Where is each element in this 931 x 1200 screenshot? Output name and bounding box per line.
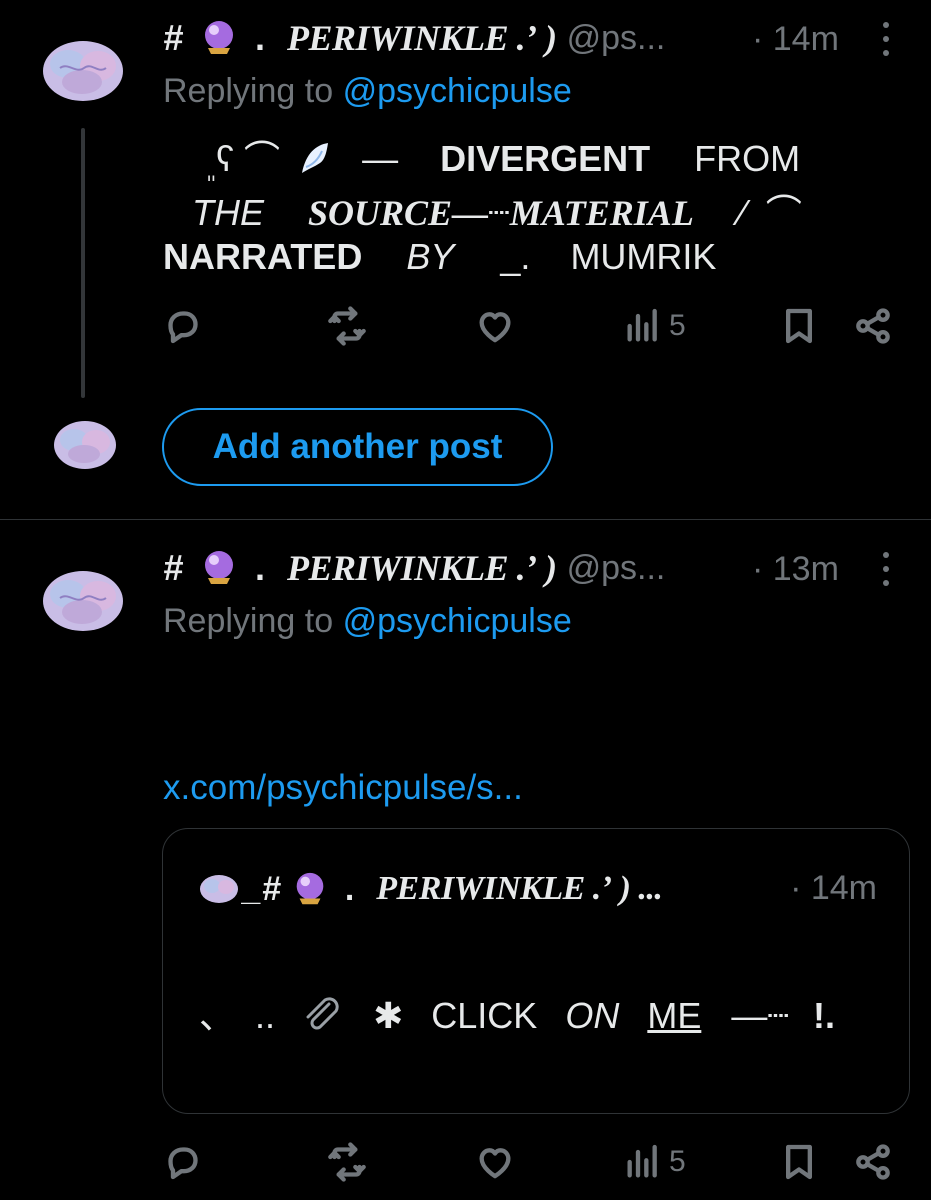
views-button[interactable]: 5	[623, 1142, 686, 1182]
post-timestamp[interactable]: · 14m	[752, 20, 839, 59]
repost-icon	[327, 306, 367, 346]
repost-button[interactable]	[327, 306, 367, 346]
post-actions: 5	[163, 1142, 903, 1192]
crystal-ball-emoji	[296, 872, 324, 905]
bookmark-button[interactable]	[779, 1142, 819, 1182]
post-text-line-3: NARRATED BY _. MUMRIK	[163, 236, 717, 277]
display-name[interactable]: PERIWINKLE .ʼ )	[287, 17, 557, 59]
quoted-header: _# . PERIWINKLE .ʼ ) ...	[199, 867, 663, 911]
user-handle[interactable]: @ps...	[567, 19, 666, 58]
bookmark-icon	[779, 306, 819, 346]
post-header: # . PERIWINKLE .ʼ ) @ps...	[163, 546, 665, 590]
like-button[interactable]	[475, 1142, 515, 1182]
name-dot: .	[255, 547, 266, 588]
avatar[interactable]	[40, 36, 126, 106]
views-button[interactable]: 5	[623, 306, 686, 346]
post-text-line-1: ܸ ʕ ⌒ — DIVERGENT FROM	[216, 138, 801, 179]
crystal-ball-emoji	[205, 551, 234, 584]
views-icon	[623, 306, 663, 346]
share-icon	[853, 306, 893, 346]
name-hash: _#	[243, 869, 281, 908]
quoted-display-name: PERIWINKLE .ʼ ) ...	[376, 870, 663, 907]
name-hash: #	[163, 547, 184, 588]
views-count: 5	[669, 309, 686, 342]
reply-button[interactable]	[163, 1142, 203, 1182]
avatar[interactable]	[40, 566, 126, 636]
reply-icon	[163, 1142, 203, 1182]
display-name[interactable]: PERIWINKLE .ʼ )	[287, 547, 557, 589]
user-handle[interactable]: @ps...	[567, 549, 666, 588]
share-button[interactable]	[853, 306, 893, 346]
post-header: # . PERIWINKLE .ʼ ) @ps...	[163, 16, 665, 60]
name-dot: .	[344, 869, 355, 908]
views-count: 5	[669, 1145, 686, 1178]
quoted-text: 、 .. ✱ CLICK ON ME —┈ !.	[199, 987, 835, 1039]
replying-to: Replying to @psychicpulse	[163, 602, 572, 640]
share-icon	[853, 1142, 893, 1182]
post-link[interactable]: x.com/psychicpulse/s...	[163, 768, 523, 808]
wing-emoji	[302, 143, 329, 173]
quoted-post[interactable]: _# . PERIWINKLE .ʼ ) ... · 14m 、 .. ✱ CL…	[162, 828, 910, 1114]
replying-to: Replying to @psychicpulse	[163, 72, 572, 110]
quoted-avatar	[200, 875, 238, 903]
divider	[0, 519, 931, 520]
post-actions: 5	[163, 306, 903, 356]
bookmark-icon	[779, 1142, 819, 1182]
paperclip-emoji	[306, 997, 339, 1030]
like-button[interactable]	[475, 306, 515, 346]
heart-icon	[475, 1142, 515, 1182]
share-button[interactable]	[853, 1142, 893, 1182]
quoted-timestamp: · 14m	[790, 869, 877, 907]
name-hash: #	[163, 17, 184, 58]
replying-mention[interactable]: @psychicpulse	[343, 602, 572, 640]
reply-button[interactable]	[163, 306, 203, 346]
bookmark-button[interactable]	[779, 306, 819, 346]
name-dot: .	[255, 17, 266, 58]
repost-icon	[327, 1142, 367, 1182]
more-options-icon[interactable]	[881, 22, 891, 56]
repost-button[interactable]	[327, 1142, 367, 1182]
add-another-post-button[interactable]: Add another post	[162, 408, 553, 486]
composer-avatar	[52, 418, 118, 472]
thread-line	[81, 128, 85, 398]
post-timestamp[interactable]: · 13m	[752, 550, 839, 589]
more-options-icon[interactable]	[881, 552, 891, 586]
post-text-line-2: THE SOURCE—┈MATERIAL ⁄ ⌒	[192, 192, 802, 233]
views-icon	[623, 1142, 663, 1182]
heart-icon	[475, 306, 515, 346]
replying-mention[interactable]: @psychicpulse	[343, 72, 572, 110]
reply-icon	[163, 306, 203, 346]
crystal-ball-emoji	[205, 21, 234, 54]
